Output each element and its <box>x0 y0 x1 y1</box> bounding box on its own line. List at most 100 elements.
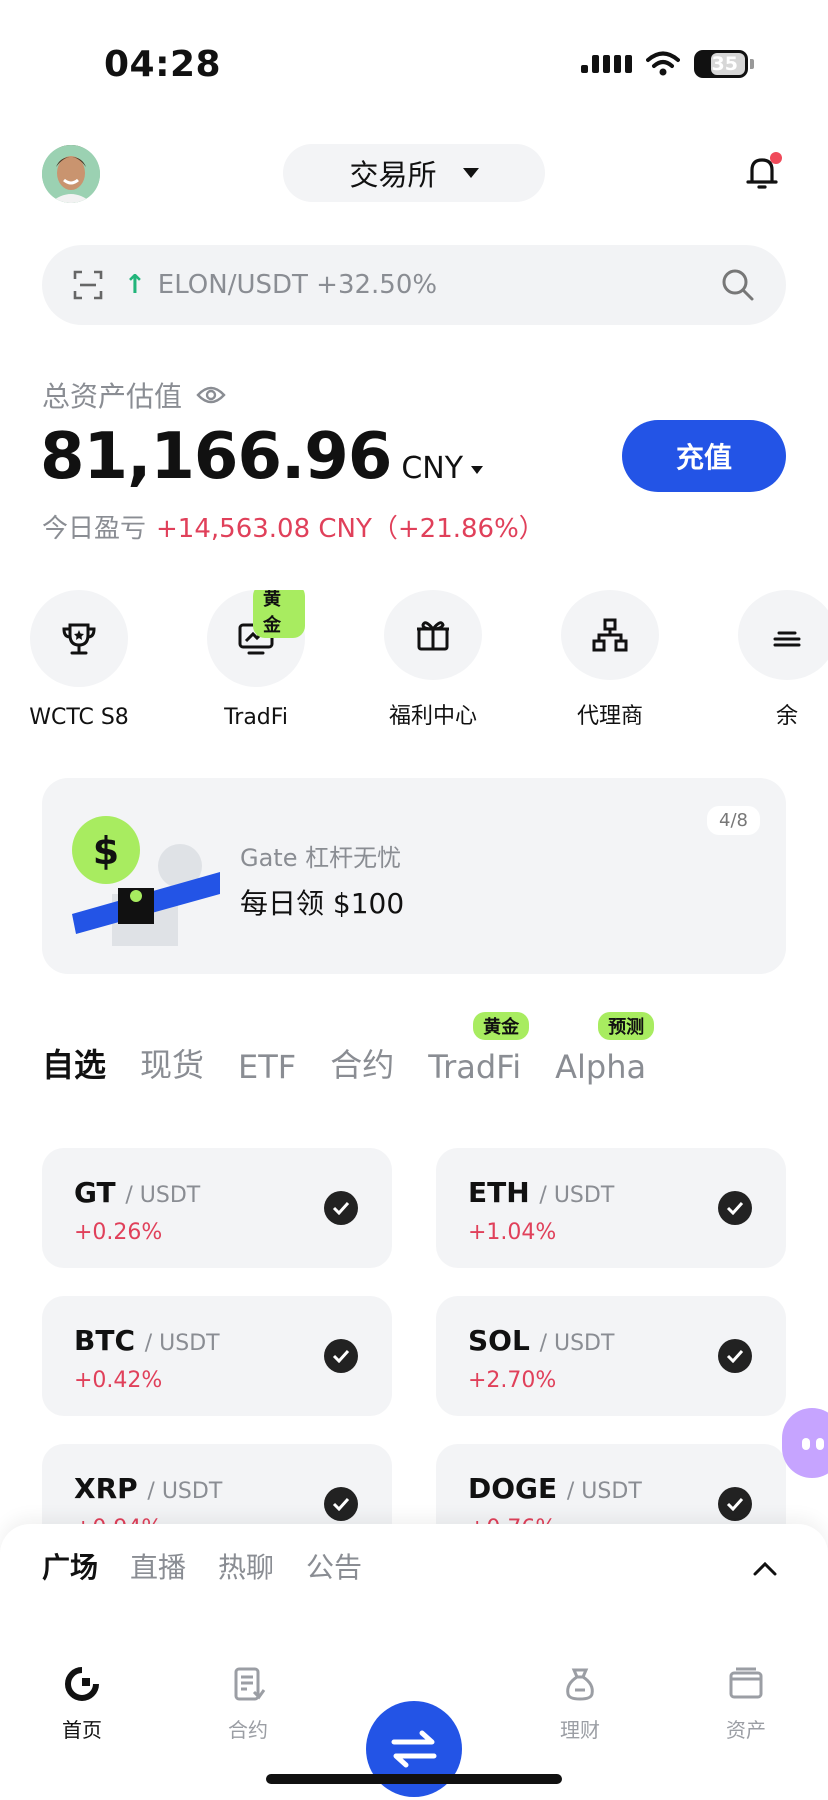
trophy-icon <box>62 623 96 654</box>
tab-live[interactable]: 直播 <box>130 1546 186 1586</box>
nav-label: 合约 <box>228 1718 268 1742</box>
pair-quote: / USDT <box>539 1183 615 1208</box>
pair-change: +0.42% <box>74 1368 163 1393</box>
pair-card-gt[interactable]: GT / USDT +0.26% <box>42 1148 392 1268</box>
shortcut-label: 福利中心 <box>388 704 477 729</box>
notifications-button[interactable] <box>742 152 782 192</box>
total-assets-title: 总资产估值 <box>42 380 183 413</box>
money-bag-icon <box>566 1668 594 1701</box>
dollar-coin-icon: $ <box>93 829 119 873</box>
caret-down-icon <box>462 168 479 178</box>
tab-label: 自选 <box>42 1046 107 1084</box>
home-logo-icon <box>65 1667 99 1701</box>
avatar-face-icon <box>42 145 100 203</box>
promo-banner[interactable]: $ 4/8 Gate 杠杆无忧 每日领 $100 <box>42 778 786 974</box>
pair-quote: / USDT <box>539 1331 615 1356</box>
tab-favorites[interactable]: 自选 <box>42 1040 106 1086</box>
nav-assets[interactable]: 资产 <box>696 1664 796 1743</box>
tab-etf[interactable]: ETF <box>238 1048 296 1086</box>
tab-square[interactable]: 广场 <box>42 1546 98 1586</box>
trend-up-icon: ↑ <box>124 270 146 300</box>
pair-card-eth[interactable]: ETH / USDT +1.04% <box>436 1148 786 1268</box>
market-tabs: 自选 现货 ETF 合约 TradFi 黄金 Alpha 预测 <box>42 1012 655 1086</box>
shortcut-agent[interactable]: 代理商 <box>561 590 659 730</box>
status-icons: 35 <box>581 50 754 78</box>
deposit-button[interactable]: 充值 <box>622 420 786 492</box>
pair-base: DOGE <box>468 1472 558 1505</box>
check-icon[interactable] <box>718 1487 752 1521</box>
banner-page-indicator: 4/8 <box>707 806 760 835</box>
chevron-up-icon[interactable] <box>752 1556 778 1582</box>
tab-hot-chat[interactable]: 热聊 <box>218 1546 274 1586</box>
currency-selector[interactable]: CNY <box>401 451 484 486</box>
check-icon[interactable] <box>324 1191 358 1225</box>
shortcut-wctc[interactable]: WCTC S8 <box>30 590 129 730</box>
pair-change: +2.70% <box>468 1368 557 1393</box>
pnl-value: +14,563.08 CNY（+21.86%） <box>156 514 545 544</box>
pair-base: ETH <box>468 1176 530 1209</box>
assistant-eye-icon <box>802 1438 810 1450</box>
currency-label: CNY <box>401 451 464 486</box>
shortcut-label: WCTC S8 <box>30 705 129 730</box>
tab-alpha[interactable]: Alpha 预测 <box>555 1012 655 1086</box>
tab-spot[interactable]: 现货 <box>140 1040 204 1086</box>
check-icon[interactable] <box>324 1339 358 1373</box>
pnl-label: 今日盈亏 <box>42 514 147 544</box>
pair-base: BTC <box>74 1324 135 1357</box>
caret-down-icon <box>471 465 484 474</box>
battery-icon: 35 <box>694 50 748 78</box>
assistant-float-button[interactable] <box>782 1408 828 1478</box>
shortcut-balance[interactable]: 余 <box>738 590 828 730</box>
prediction-badge: 预测 <box>598 1012 655 1040</box>
nav-earn[interactable]: 理财 <box>530 1664 630 1743</box>
contract-icon <box>234 1667 266 1701</box>
check-icon[interactable] <box>718 1339 752 1373</box>
check-icon[interactable] <box>324 1487 358 1521</box>
total-assets-value: 81,166.96 CNY <box>40 420 484 494</box>
nav-label: 理财 <box>560 1718 600 1742</box>
swap-arrows-icon <box>391 1730 437 1768</box>
check-icon[interactable] <box>718 1191 752 1225</box>
nav-home[interactable]: 首页 <box>32 1664 132 1743</box>
daily-pnl: 今日盈亏 +14,563.08 CNY（+21.86%） <box>42 508 545 545</box>
pair-change: +0.26% <box>74 1220 163 1245</box>
shortcut-label: 余 <box>775 704 798 729</box>
pair-card-btc[interactable]: BTC / USDT +0.42% <box>42 1296 392 1416</box>
nav-futures[interactable]: 合约 <box>198 1664 298 1743</box>
tab-tradfi[interactable]: TradFi 黄金 <box>428 1012 530 1086</box>
shortcut-label: 代理商 <box>576 704 643 729</box>
leverage-promo-illustration: $ <box>72 816 220 946</box>
pair-change: +1.04% <box>468 1220 557 1245</box>
status-time: 04:28 <box>104 44 222 85</box>
assets-amount: 81,166.96 <box>40 420 392 494</box>
tab-futures[interactable]: 合约 <box>330 1040 394 1086</box>
feed-tabs: 广场 直播 热聊 公告 <box>42 1546 362 1586</box>
shortcut-row: WCTC S8 黄金 TradFi 福利中心 代理商 余 <box>30 590 828 730</box>
pair-base: XRP <box>74 1472 138 1505</box>
notification-dot <box>770 152 782 164</box>
search-bar[interactable]: ↑ ELON/USDT +32.50% <box>42 245 786 325</box>
pair-base: GT <box>74 1176 116 1209</box>
cellular-signal-icon <box>581 55 632 73</box>
exchange-switcher[interactable]: 交易所 <box>283 144 545 202</box>
avatar[interactable] <box>42 145 100 203</box>
nav-label: 资产 <box>726 1718 766 1742</box>
pair-quote: / USDT <box>147 1479 223 1504</box>
battery-level: 35 <box>711 53 738 75</box>
gold-badge: 黄金 <box>473 1012 530 1040</box>
gift-icon <box>417 621 449 651</box>
pair-card-sol[interactable]: SOL / USDT +2.70% <box>436 1296 786 1416</box>
tab-label: 现货 <box>140 1046 205 1084</box>
gold-badge: 黄金 <box>253 590 305 638</box>
eye-icon[interactable] <box>196 385 226 405</box>
search-icon[interactable] <box>720 267 756 303</box>
bottom-sheet: 广场 直播 热聊 公告 首页 合约 交易 <box>0 1524 828 1800</box>
scan-icon[interactable] <box>72 269 104 301</box>
wifi-icon <box>646 51 680 76</box>
tab-announcements[interactable]: 公告 <box>306 1546 362 1586</box>
total-assets-label: 总资产估值 <box>42 375 226 415</box>
shortcut-tradfi[interactable]: 黄金 TradFi <box>207 590 305 730</box>
shortcut-rewards[interactable]: 福利中心 <box>384 590 482 730</box>
pair-quote: / USDT <box>144 1331 220 1356</box>
assistant-eye-icon <box>816 1438 824 1450</box>
